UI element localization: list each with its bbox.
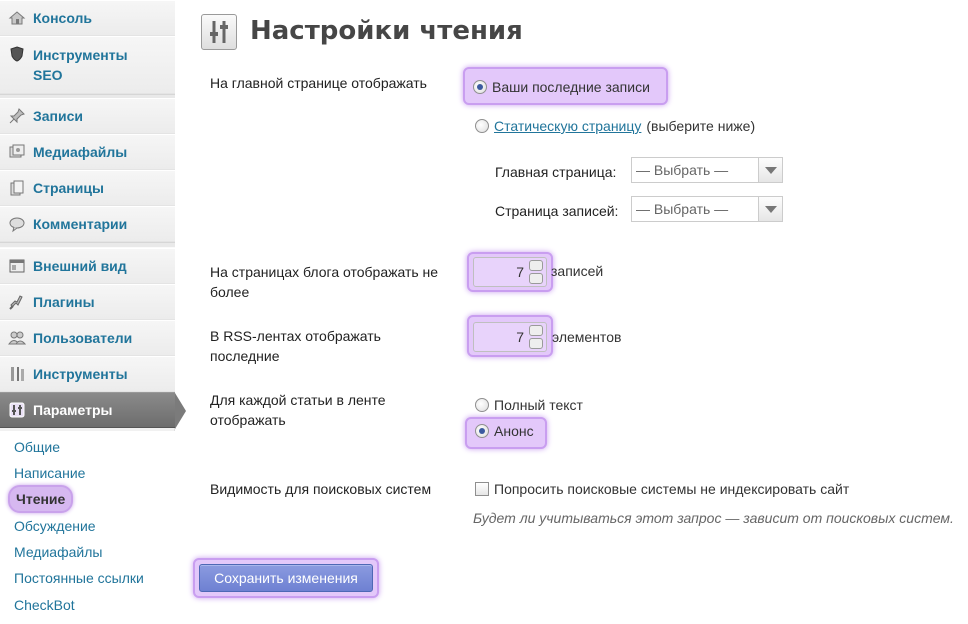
- home-page-label: Главная страница:: [495, 164, 617, 180]
- media-icon: [8, 143, 26, 161]
- rss-suffix: элементов: [552, 329, 622, 345]
- submenu-permalinks[interactable]: Постоянные ссылки: [14, 568, 144, 588]
- menu-item-appearance[interactable]: Внешний вид: [0, 248, 175, 284]
- posts-page-label: Страница записей:: [495, 203, 619, 219]
- menu-item-media[interactable]: Медиафайлы: [0, 134, 175, 170]
- appearance-icon: [8, 257, 26, 275]
- radio-summary-row[interactable]: Анонс: [475, 423, 534, 439]
- radio-static-page-row[interactable]: Статическую страницу (выберите ниже): [475, 118, 755, 134]
- radio-latest-posts-label: Ваши последние записи: [492, 79, 650, 95]
- chevron-down-icon[interactable]: [758, 158, 782, 182]
- shield-icon: [8, 45, 26, 63]
- menu-item-pages[interactable]: Страницы: [0, 170, 175, 206]
- chevron-down-icon[interactable]: [758, 197, 782, 221]
- save-changes-button[interactable]: Сохранить изменения: [199, 564, 373, 592]
- static-page-hint: (выберите ниже): [646, 118, 756, 134]
- submenu-general[interactable]: Общие: [14, 437, 60, 457]
- radio-summary[interactable]: [475, 424, 489, 438]
- blog-pages-value: 7: [516, 264, 524, 280]
- menu-label: Комментарии: [33, 216, 128, 232]
- menu-item-comments[interactable]: Комментарии: [0, 206, 175, 242]
- menu-label: Инструменты SEO: [33, 47, 128, 83]
- noindex-checkbox-row[interactable]: Попросить поисковые системы не индексиро…: [475, 481, 849, 497]
- spinner-up-button[interactable]: [529, 325, 543, 336]
- radio-latest-posts-row[interactable]: Ваши последние записи: [473, 79, 650, 95]
- static-page-link[interactable]: Статическую страницу: [494, 118, 641, 134]
- menu-label: Пользователи: [33, 330, 133, 346]
- radio-full-text[interactable]: [475, 398, 489, 412]
- menu-item-settings[interactable]: Параметры: [0, 392, 186, 429]
- menu-item-posts[interactable]: Записи: [0, 98, 175, 134]
- blog-pages-spinner[interactable]: 7: [473, 257, 547, 287]
- blog-pages-label: На страницах блога отображать не более: [210, 264, 439, 300]
- comment-icon: [8, 215, 26, 233]
- settings-submenu: Общие Написание Чтение Обсуждение Медиаф…: [0, 431, 175, 624]
- noindex-checkbox[interactable]: [475, 482, 489, 496]
- feed-label: Для каждой статьи в ленте отображать: [210, 392, 386, 428]
- admin-sidebar: Консоль Инструменты SEO Записи Медиафайл…: [0, 0, 186, 624]
- spinner-down-button[interactable]: [529, 338, 543, 349]
- pin-icon: [8, 107, 26, 125]
- users-icon: [8, 329, 26, 347]
- menu-label: Внешний вид: [33, 258, 127, 274]
- rss-spinner[interactable]: 7: [473, 322, 547, 352]
- settings-icon: [8, 401, 26, 419]
- noindex-checkbox-label: Попросить поисковые системы не индексиро…: [494, 481, 850, 497]
- submenu-checkbot[interactable]: CheckBot: [14, 595, 75, 615]
- radio-full-text-label: Полный текст: [494, 397, 583, 413]
- menu-item-plugins[interactable]: Плагины: [0, 284, 175, 320]
- blog-pages-suffix: записей: [551, 263, 604, 279]
- spinner-buttons[interactable]: [529, 260, 543, 284]
- spinner-buttons[interactable]: [529, 325, 543, 349]
- menu-label: Страницы: [33, 180, 104, 196]
- radio-latest-posts[interactable]: [473, 80, 487, 94]
- radio-summary-label: Анонс: [494, 423, 534, 439]
- menu-label: Записи: [33, 108, 84, 124]
- posts-page-select-value: — Выбрать —: [636, 201, 729, 217]
- submenu-discussion[interactable]: Обсуждение: [14, 516, 96, 536]
- main-content: Настройки чтения На главной странице ото…: [175, 0, 968, 624]
- radio-full-text-row[interactable]: Полный текст: [475, 397, 583, 413]
- submenu-writing[interactable]: Написание: [14, 463, 85, 483]
- posts-page-select[interactable]: — Выбрать —: [631, 196, 783, 222]
- pages-icon: [8, 179, 26, 197]
- home-icon: [8, 9, 26, 27]
- visibility-hint: Будет ли учитываться этот запрос — завис…: [473, 510, 954, 526]
- menu-item-users[interactable]: Пользователи: [0, 320, 175, 356]
- page-title: Настройки чтения: [250, 16, 523, 46]
- submenu-reading[interactable]: Чтение: [8, 485, 74, 513]
- spinner-up-button[interactable]: [529, 260, 543, 271]
- menu-label: Инструменты: [33, 366, 128, 382]
- menu-label: Плагины: [33, 294, 95, 310]
- menu-label: Консоль: [33, 10, 93, 26]
- settings-page-icon: [201, 14, 237, 50]
- home-page-select-value: — Выбрать —: [636, 162, 729, 178]
- menu-item-dashboard[interactable]: Консоль: [0, 0, 175, 36]
- front-page-label: На главной странице отображать: [210, 75, 427, 91]
- menu-item-seo-tools[interactable]: Инструменты SEO: [0, 36, 175, 94]
- menu-label: Медиафайлы: [33, 144, 128, 160]
- tools-icon: [8, 365, 26, 383]
- home-page-select[interactable]: — Выбрать —: [631, 157, 783, 183]
- visibility-label: Видимость для поисковых систем: [210, 481, 432, 497]
- rss-value: 7: [516, 329, 524, 345]
- rss-label: В RSS-лентах отображать последние: [210, 328, 381, 364]
- submenu-media[interactable]: Медиафайлы: [14, 542, 102, 562]
- spinner-down-button[interactable]: [529, 273, 543, 284]
- plugin-icon: [8, 293, 26, 311]
- menu-item-tools[interactable]: Инструменты: [0, 356, 175, 392]
- menu-label: Параметры: [33, 402, 113, 418]
- radio-static-page[interactable]: [475, 119, 489, 133]
